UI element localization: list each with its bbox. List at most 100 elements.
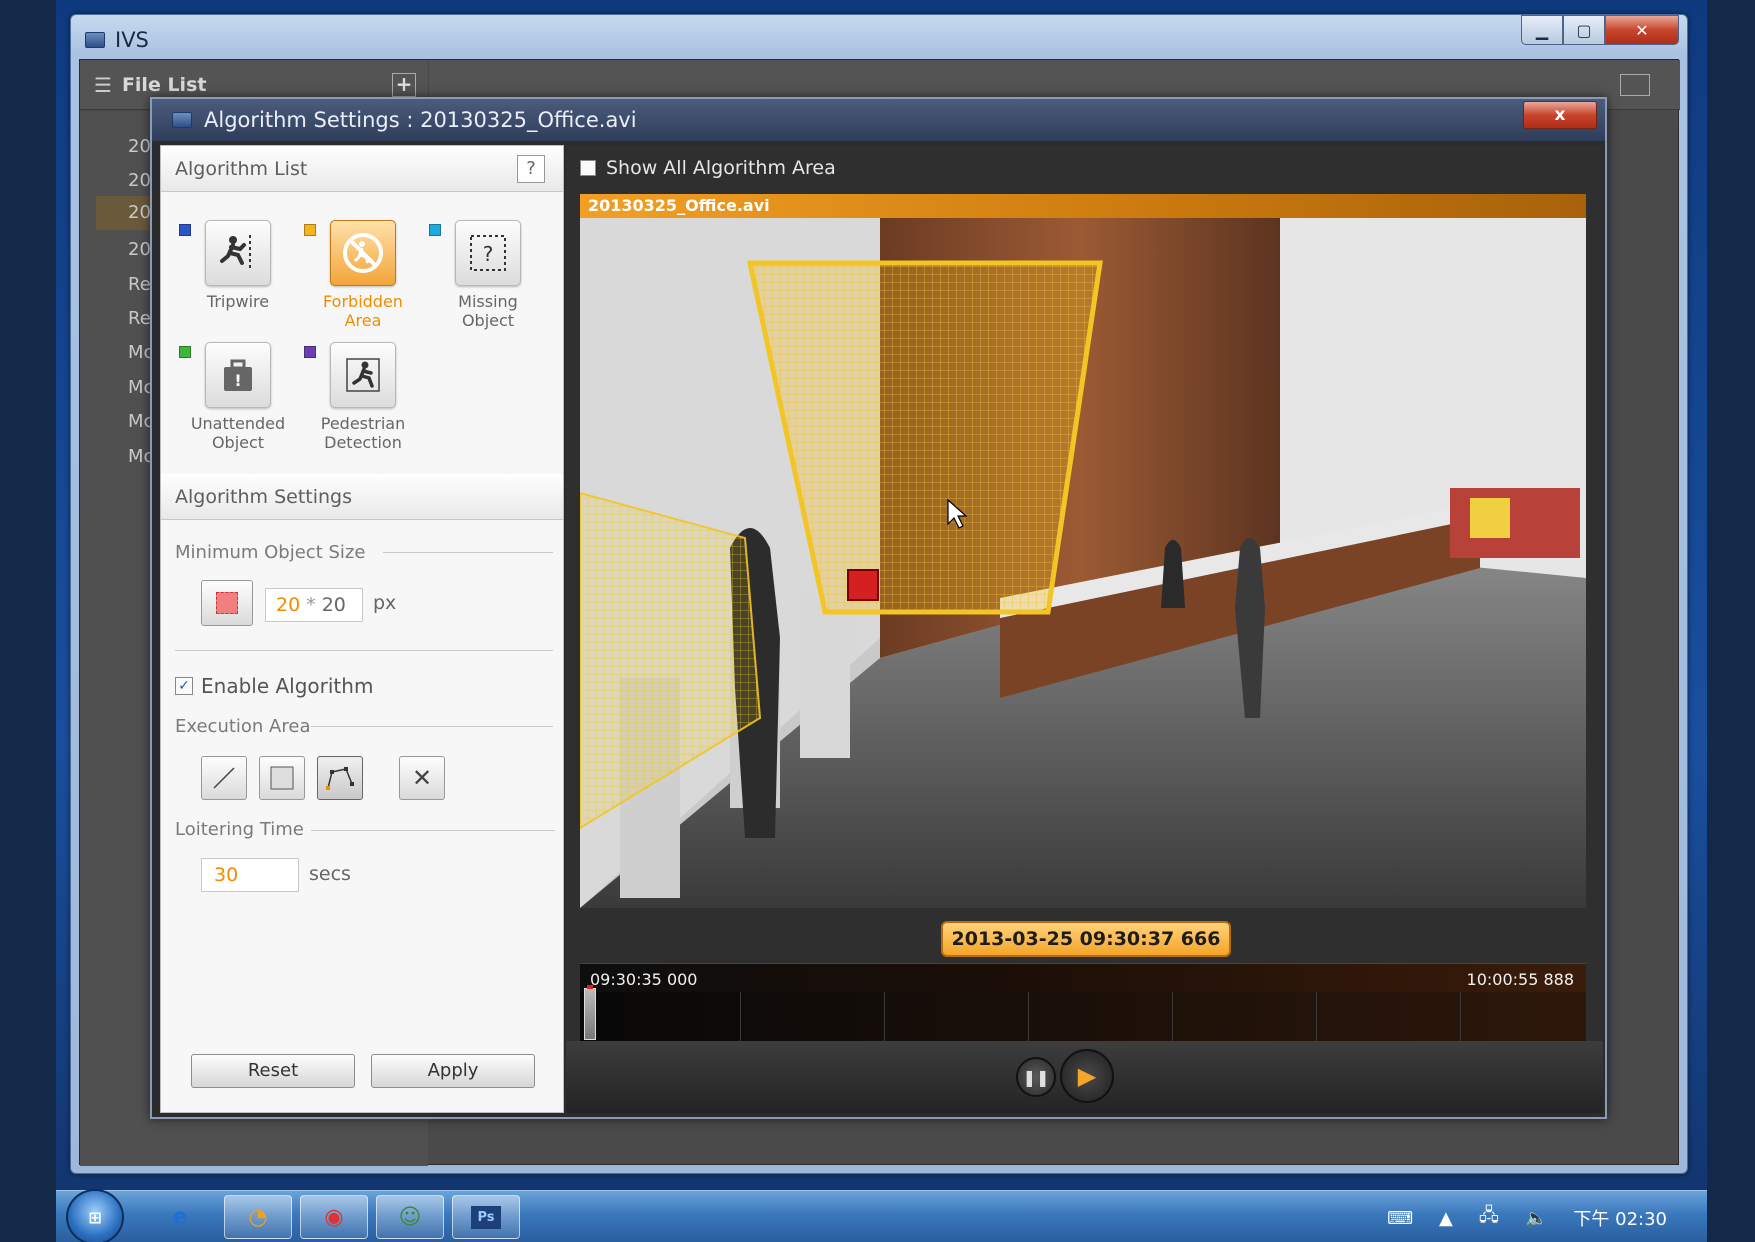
file-list-item[interactable]: Re xyxy=(128,274,151,295)
enable-algorithm-checkbox[interactable]: ✓ xyxy=(175,677,193,695)
enable-algorithm-label: Enable Algorithm xyxy=(201,674,374,698)
app-icon xyxy=(85,32,105,48)
taskbar-clock[interactable]: 下午 02:30 xyxy=(1573,1205,1667,1231)
execution-area-label: Execution Area xyxy=(175,716,311,737)
clear-area-button[interactable]: ✕ xyxy=(399,756,445,800)
object-size-draw-button[interactable] xyxy=(201,580,253,626)
file-list-item[interactable]: 20 xyxy=(128,136,151,157)
red-square-icon xyxy=(216,592,238,614)
unattended-bag-icon: ! xyxy=(205,342,271,408)
add-file-button[interactable]: + xyxy=(392,73,416,97)
maximize-button[interactable]: ▢ xyxy=(1563,15,1605,45)
algo-pedestrian-detection[interactable]: Pedestrian Detection xyxy=(308,342,418,452)
ivs-window-title: IVS xyxy=(115,28,149,52)
taskbar: ⊞ e ◔ ◉ ☺ Ps ⌨ ▲ 🖧 🔈 下午 02:30 xyxy=(56,1189,1707,1242)
file-list-item[interactable]: 20 xyxy=(128,170,151,191)
timeline-track[interactable] xyxy=(580,992,1586,1042)
loitering-time-input[interactable]: 30 xyxy=(201,858,299,892)
algorithm-list-title: Algorithm List xyxy=(175,158,308,180)
chrome-icon: ◉ xyxy=(324,1204,344,1230)
min-width-value: 20 xyxy=(276,594,301,616)
network-icon[interactable]: 🖧 xyxy=(1479,1203,1499,1233)
apply-button[interactable]: Apply xyxy=(371,1054,535,1088)
enable-algorithm-row[interactable]: ✓ Enable Algorithm xyxy=(175,674,373,698)
algo-missing-object[interactable]: ? Missing Object xyxy=(433,220,543,330)
taskbar-app-chrome[interactable]: ◉ xyxy=(300,1195,368,1239)
taskbar-app-people[interactable]: ☺ xyxy=(376,1195,444,1239)
divider xyxy=(311,726,553,727)
start-button[interactable]: ⊞ xyxy=(66,1189,124,1242)
windows-logo-icon: ⊞ xyxy=(88,1207,102,1227)
algo-label: Pedestrian Detection xyxy=(320,414,406,452)
timeline[interactable]: 09:30:35 000 10:00:55 888 xyxy=(580,963,1586,1042)
reset-button[interactable]: Reset xyxy=(191,1054,355,1088)
play-icon: ▶ xyxy=(1077,1062,1097,1090)
algo-tripwire[interactable]: Tripwire xyxy=(183,220,293,311)
file-list-item[interactable]: 20 xyxy=(128,239,151,260)
algorithm-settings-dialog: Algorithm Settings : 20130325_Office.avi… xyxy=(150,97,1607,1119)
list-icon: ☰ xyxy=(94,72,112,97)
dialog-titlebar: Algorithm Settings : 20130325_Office.avi… xyxy=(152,99,1605,141)
file-list-item[interactable]: Re xyxy=(128,308,151,329)
dialog-title: Algorithm Settings : 20130325_Office.avi xyxy=(204,108,637,132)
dialog-close-button[interactable]: x xyxy=(1523,101,1597,129)
object-size-input[interactable]: 20 * 20 xyxy=(265,588,363,622)
volume-icon[interactable]: 🔈 xyxy=(1525,1208,1547,1229)
line-icon xyxy=(213,767,235,789)
algo-label: Unattended Object xyxy=(190,414,286,452)
timeline-playhead[interactable] xyxy=(584,985,596,1040)
close-button[interactable]: ✕ xyxy=(1605,15,1679,45)
timeline-tick xyxy=(884,992,885,1042)
svg-text:!: ! xyxy=(234,371,241,390)
caption-buttons: ▁ ▢ ✕ xyxy=(1521,15,1679,45)
show-hidden-icons-icon[interactable]: ▲ xyxy=(1439,1208,1453,1229)
settings-pane: Algorithm List ? Tripwire Forbidden Area… xyxy=(160,145,564,1113)
timeline-end: 10:00:55 888 xyxy=(1466,970,1574,989)
algorithm-settings-header: Algorithm Settings xyxy=(161,474,563,520)
loitering-unit: secs xyxy=(309,863,351,885)
play-button[interactable]: ▶ xyxy=(1060,1049,1114,1103)
video-frame[interactable] xyxy=(580,218,1586,908)
system-tray: ⌨ ▲ 🖧 🔈 下午 02:30 xyxy=(1387,1203,1667,1233)
screen-border-right xyxy=(1707,0,1755,1242)
divider xyxy=(383,552,553,553)
pause-button[interactable]: ❚❚ xyxy=(1016,1057,1056,1097)
internet-explorer-icon[interactable]: e xyxy=(146,1195,214,1239)
keyboard-icon[interactable]: ⌨ xyxy=(1387,1208,1413,1229)
show-all-area-label: Show All Algorithm Area xyxy=(606,157,836,179)
clock-app-icon: ◔ xyxy=(248,1204,268,1230)
timeline-tick xyxy=(1316,992,1317,1042)
timeline-tick xyxy=(1172,992,1173,1042)
screen-border-left xyxy=(0,0,56,1242)
help-button[interactable]: ? xyxy=(517,155,545,183)
timeline-start: 09:30:35 000 xyxy=(590,970,698,989)
min-height-value: 20 xyxy=(321,594,346,616)
times-sign: * xyxy=(306,594,316,616)
dialog-icon xyxy=(172,112,192,128)
draw-polygon-button[interactable] xyxy=(317,756,363,800)
svg-text:?: ? xyxy=(483,242,494,266)
minimize-button[interactable]: ▁ xyxy=(1521,15,1563,45)
draw-line-button[interactable] xyxy=(201,756,247,800)
draw-rectangle-button[interactable] xyxy=(259,756,305,800)
loitering-time-label: Loitering Time xyxy=(175,819,304,840)
photoshop-icon: Ps xyxy=(471,1205,501,1229)
file-list-title: File List xyxy=(121,73,207,96)
pause-icon: ❚❚ xyxy=(1022,1067,1050,1087)
min-object-size-label: Minimum Object Size xyxy=(175,542,366,563)
show-all-area-checkbox[interactable] xyxy=(580,160,596,176)
algo-forbidden-area[interactable]: Forbidden Area xyxy=(308,220,418,330)
close-icon: ✕ xyxy=(411,764,433,792)
size-unit: px xyxy=(373,592,397,614)
video-pane: Show All Algorithm Area 20130325_Office.… xyxy=(566,145,1603,1113)
algo-unattended-object[interactable]: ! Unattended Object xyxy=(183,342,293,452)
timeline-tick xyxy=(1028,992,1029,1042)
algorithm-settings-title: Algorithm Settings xyxy=(175,486,353,508)
taskbar-app-clock[interactable]: ◔ xyxy=(224,1195,292,1239)
taskbar-app-photoshop[interactable]: Ps xyxy=(452,1195,520,1239)
timeline-tick xyxy=(740,992,741,1042)
layout-grid-icon[interactable] xyxy=(1620,74,1650,96)
ivs-titlebar: IVS xyxy=(85,25,149,55)
divider xyxy=(311,830,555,831)
show-all-area-row[interactable]: Show All Algorithm Area xyxy=(580,157,836,179)
